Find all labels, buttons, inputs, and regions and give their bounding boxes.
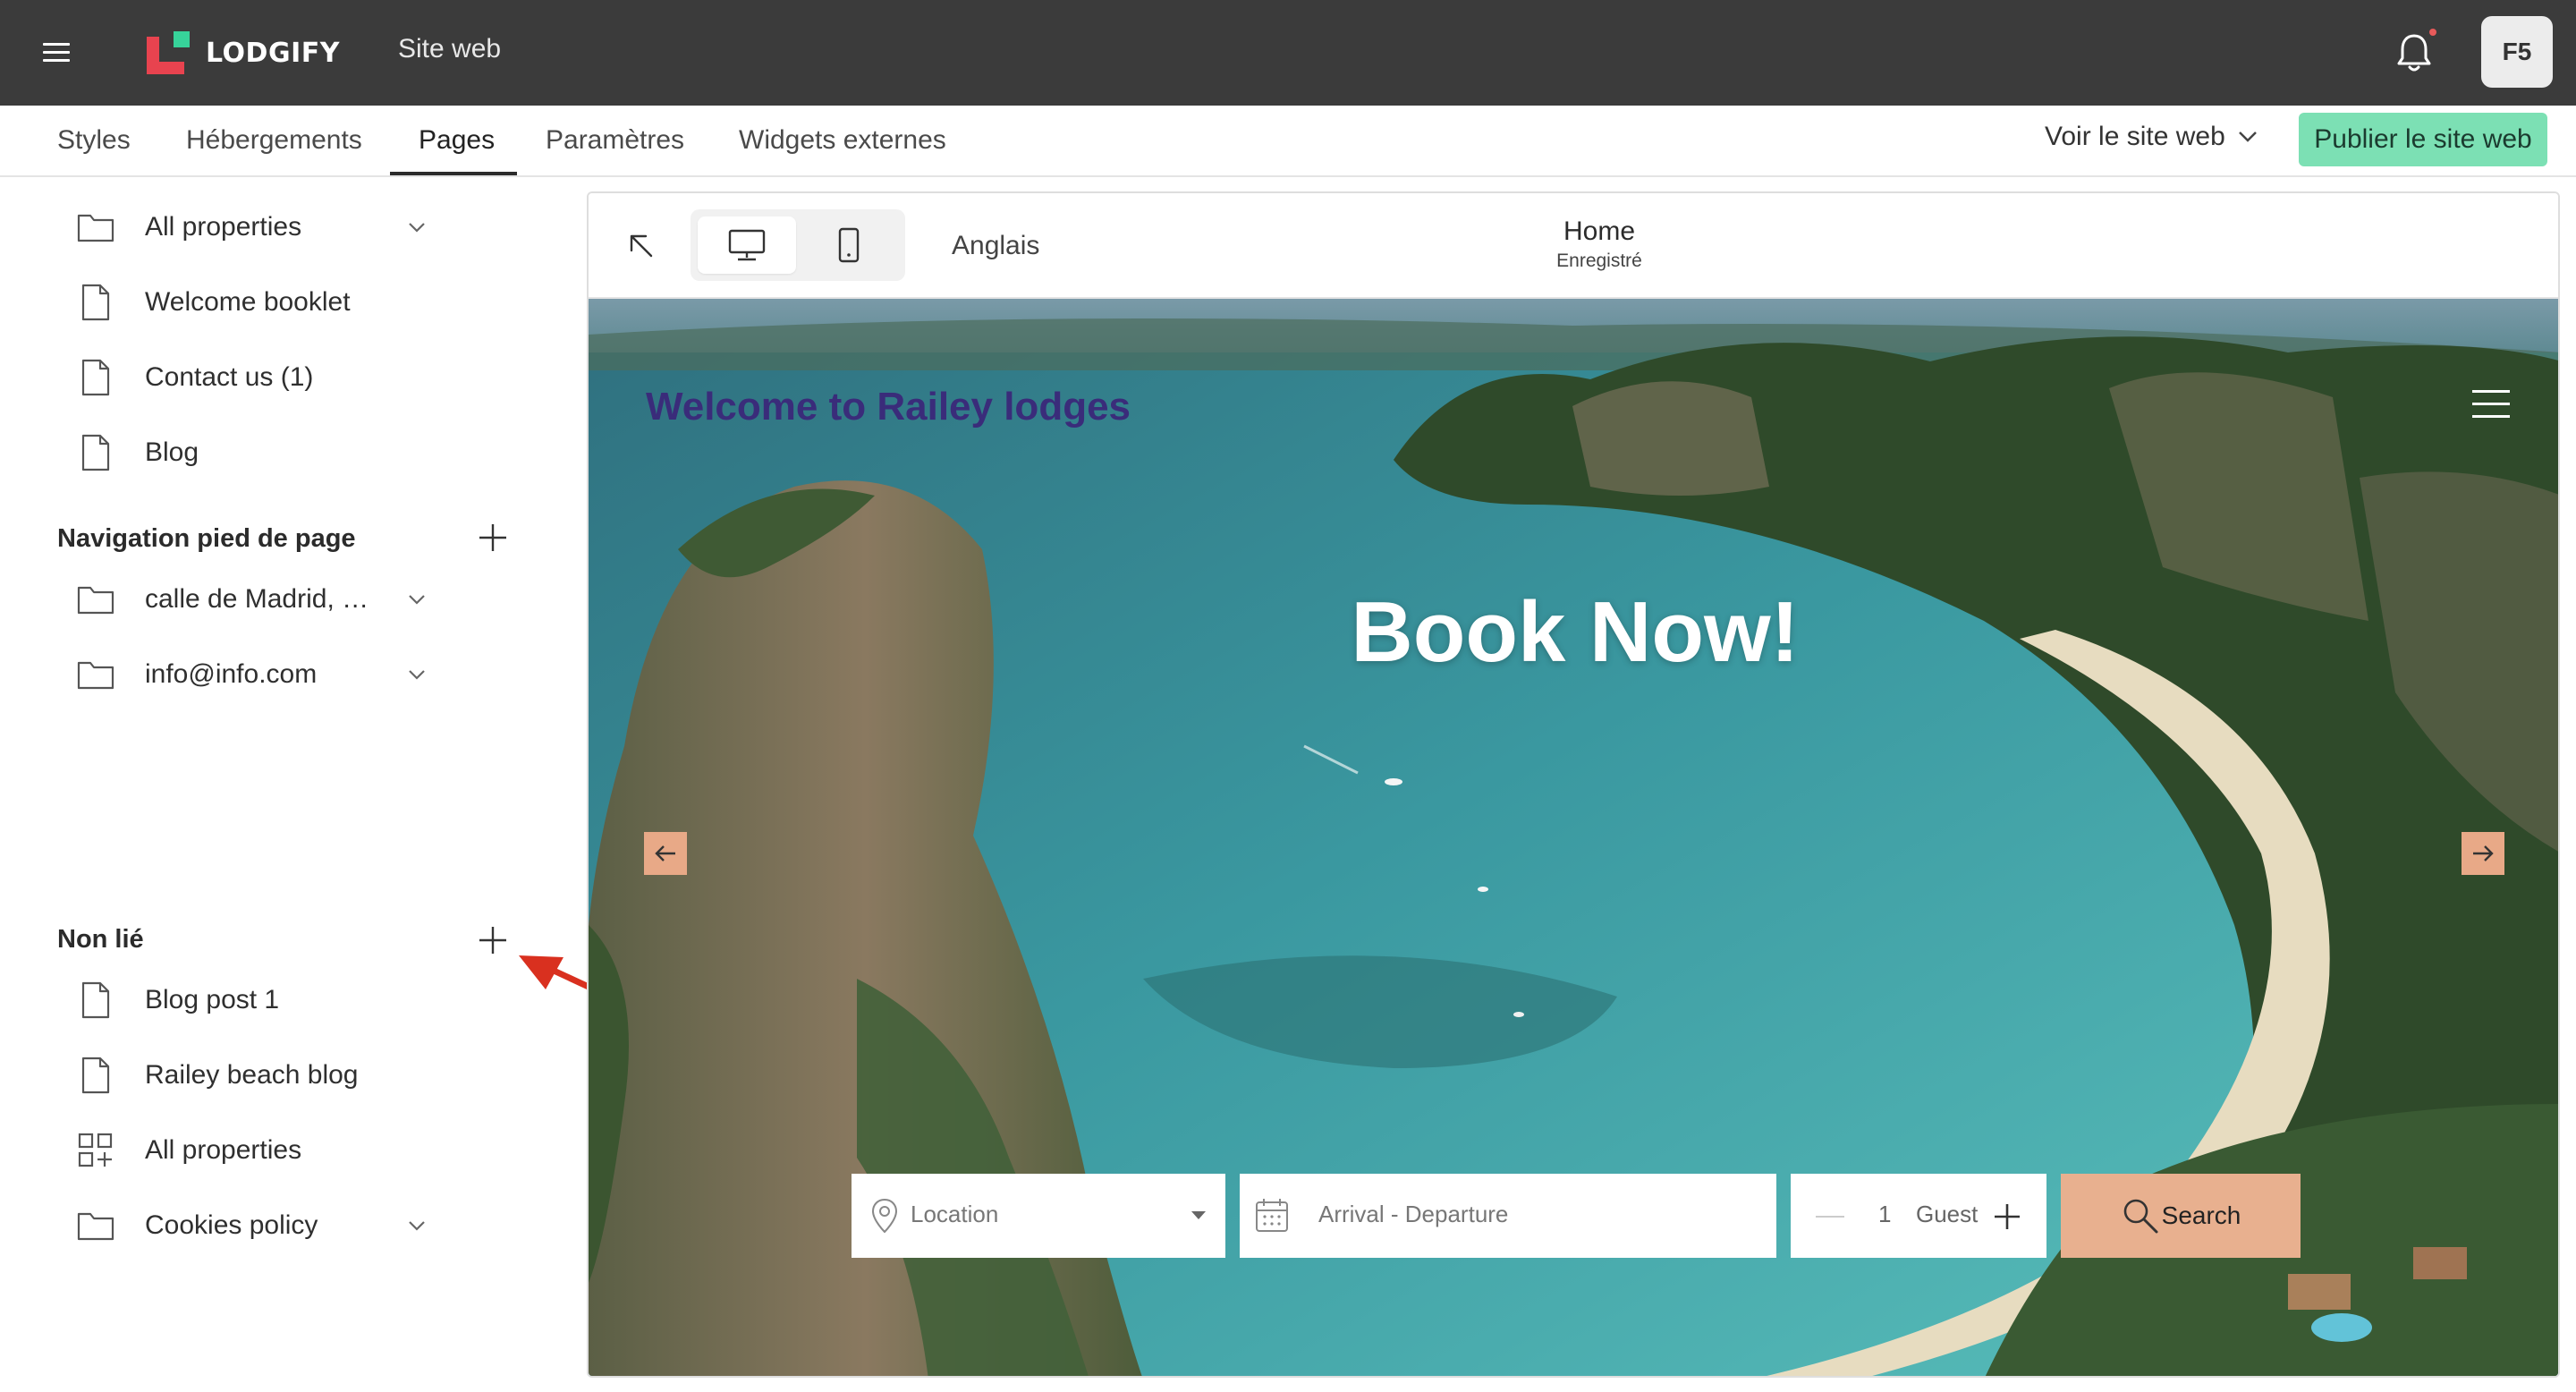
guest-count: 1 — [1878, 1201, 1892, 1227]
arrow-left-icon — [655, 845, 675, 862]
hamburger-menu-icon[interactable] — [43, 43, 70, 63]
slider-prev-button[interactable] — [644, 832, 687, 875]
add-footer-page-icon[interactable] — [478, 522, 508, 553]
desktop-icon — [728, 229, 766, 261]
caret-down-icon — [1191, 1211, 1206, 1219]
chevron-down-icon[interactable] — [406, 664, 428, 685]
tab-styles[interactable]: Styles — [57, 125, 131, 156]
sidebar-item-label: All properties — [145, 212, 302, 242]
sidebar-item-all-properties-unlinked[interactable]: All properties — [75, 1129, 451, 1172]
folder-icon — [77, 586, 114, 615]
hero-section: Welcome to Railey lodges Book Now! Locat… — [589, 299, 2558, 1376]
sidebar-item-label: All properties — [145, 1135, 302, 1165]
folder-icon — [77, 661, 114, 690]
footer-navigation-heading: Navigation pied de page — [57, 524, 356, 553]
sidebar-item-label: Welcome booklet — [145, 287, 351, 317]
sidebar-item-label: Cookies policy — [145, 1210, 318, 1240]
sidebar-item-email[interactable]: info@info.com — [75, 653, 451, 696]
tab-widgets-externes[interactable]: Widgets externes — [739, 125, 946, 156]
folder-icon — [77, 1212, 114, 1241]
tab-parametres[interactable]: Paramètres — [546, 125, 684, 156]
pages-sidebar: All properties Welcome booklet Contact u… — [0, 179, 572, 1392]
mobile-view-button[interactable] — [800, 216, 898, 274]
add-unlinked-page-icon[interactable] — [478, 925, 508, 955]
search-label: Search — [2161, 1201, 2241, 1229]
tab-pages[interactable]: Pages — [419, 125, 495, 156]
lodgify-logo-mark — [147, 31, 190, 74]
top-bar: LODGIFY Site web F5 — [0, 0, 2576, 106]
tab-bar: Styles Hébergements Pages Paramètres Wid… — [0, 106, 2576, 177]
site-menu-icon[interactable] — [2472, 390, 2510, 419]
brand-name: LODGIFY — [206, 37, 340, 69]
search-icon — [2123, 1199, 2158, 1234]
sidebar-item-blog-post-1[interactable]: Blog post 1 — [75, 979, 451, 1022]
page-save-status: Enregistré — [1556, 250, 1642, 271]
page-icon — [81, 284, 110, 321]
lodgify-logo[interactable]: LODGIFY — [147, 30, 340, 75]
sidebar-item-address[interactable]: calle de Madrid, … — [75, 578, 451, 621]
sidebar-item-label: Blog post 1 — [145, 985, 280, 1014]
device-toggle — [691, 209, 905, 281]
sidebar-item-contact-us[interactable]: Contact us (1) — [75, 356, 451, 399]
chevron-down-icon[interactable] — [406, 589, 428, 610]
hero-headline[interactable]: Book Now! — [589, 583, 2558, 682]
mobile-icon — [838, 227, 860, 263]
view-site-dropdown[interactable]: Voir le site web — [2045, 122, 2258, 152]
desktop-view-button[interactable] — [698, 216, 796, 274]
sidebar-item-blog[interactable]: Blog — [75, 431, 451, 474]
arrow-right-icon — [2473, 845, 2494, 862]
grid-add-icon — [78, 1133, 113, 1167]
language-selector[interactable]: Anglais — [952, 231, 1039, 261]
guest-label: Guest — [1916, 1201, 1979, 1227]
sidebar-item-all-properties[interactable]: All properties — [75, 206, 451, 249]
sidebar-item-label: info@info.com — [145, 659, 318, 689]
unlinked-pages-heading: Non lié — [57, 925, 144, 954]
chevron-down-icon[interactable] — [406, 216, 428, 238]
sidebar-item-railey-beach-blog[interactable]: Railey beach blog — [75, 1054, 451, 1097]
chevron-down-icon[interactable] — [406, 1215, 428, 1236]
page-icon — [81, 434, 110, 471]
map-pin-icon — [871, 1198, 898, 1234]
preview-toolbar: Anglais Home Enregistré — [589, 193, 2558, 299]
folder-icon — [77, 214, 114, 242]
sidebar-item-welcome-booklet[interactable]: Welcome booklet — [75, 281, 451, 324]
tab-hebergements[interactable]: Hébergements — [186, 125, 362, 156]
sidebar-item-label: Railey beach blog — [145, 1060, 359, 1090]
chevron-down-icon — [2238, 132, 2257, 142]
active-tab-indicator — [390, 172, 517, 175]
page-name: Home — [1563, 216, 1636, 246]
page-icon — [81, 981, 110, 1019]
location-select[interactable]: Location — [852, 1174, 1225, 1258]
user-avatar[interactable]: F5 — [2481, 16, 2553, 88]
publish-site-button[interactable]: Publier le site web — [2299, 113, 2547, 166]
page-icon — [81, 359, 110, 396]
collapse-arrow-icon[interactable] — [626, 231, 657, 261]
sidebar-item-label: calle de Madrid, … — [145, 584, 369, 614]
calendar-icon — [1256, 1199, 1288, 1232]
page-icon — [81, 1057, 110, 1094]
sidebar-item-label: Contact us (1) — [145, 362, 314, 392]
decrement-guest-icon[interactable] — [1816, 1215, 1844, 1218]
site-title[interactable]: Welcome to Railey lodges — [646, 385, 1131, 429]
page-preview-panel: Anglais Home Enregistré Welcome to Raile… — [587, 191, 2560, 1378]
date-range-field[interactable]: Arrival - Departure — [1240, 1174, 1776, 1258]
sidebar-item-label: Blog — [145, 437, 199, 467]
guest-stepper: 1 Guest — [1791, 1174, 2046, 1258]
slider-next-button[interactable] — [2462, 832, 2504, 875]
notification-dot — [2429, 29, 2436, 36]
notification-bell-icon[interactable] — [2394, 30, 2435, 75]
increment-guest-icon[interactable] — [1993, 1202, 2021, 1231]
section-title: Site web — [398, 34, 502, 64]
search-button[interactable]: Search — [2061, 1174, 2301, 1258]
sidebar-item-cookies-policy[interactable]: Cookies policy — [75, 1204, 451, 1247]
page-name-block: Home Enregistré — [1528, 216, 1671, 272]
view-site-label: Voir le site web — [2045, 122, 2225, 151]
dates-placeholder: Arrival - Departure — [1318, 1201, 1509, 1227]
location-placeholder: Location — [911, 1201, 999, 1227]
